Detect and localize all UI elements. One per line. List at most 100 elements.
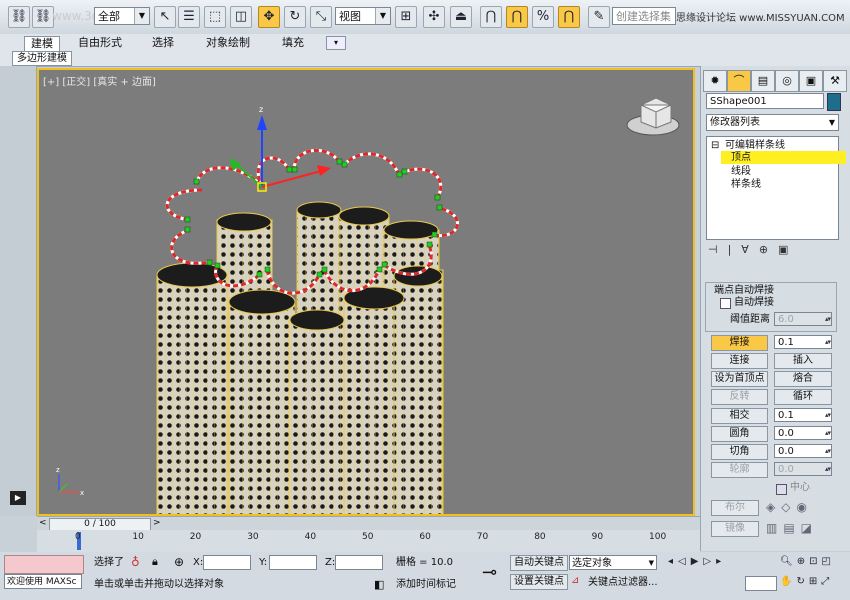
- frame-tick-label: 60: [419, 532, 431, 542]
- y-coord-field[interactable]: [269, 555, 317, 570]
- keyboard-shortcut-icon[interactable]: ⏏: [450, 6, 472, 28]
- mirror-button[interactable]: 镜像: [711, 521, 759, 537]
- fillet-button[interactable]: 圆角: [711, 426, 768, 442]
- window-crossing-icon[interactable]: ◫: [230, 6, 252, 28]
- cycle-button[interactable]: 循环: [774, 389, 832, 405]
- stack-item-segment[interactable]: 线段: [731, 165, 751, 178]
- selection-filter-dropdown[interactable]: 全部 ▼: [94, 7, 150, 25]
- object-color-swatch[interactable]: [827, 93, 841, 111]
- auto-key-button[interactable]: 自动关键点: [510, 555, 568, 571]
- playback-controls-icons[interactable]: ◂◁▶▷▸: [668, 556, 768, 567]
- scale-icon[interactable]: ⤡: [310, 6, 332, 28]
- make-first-button[interactable]: 设为首顶点: [711, 371, 768, 387]
- weld-button[interactable]: 焊接: [711, 335, 768, 351]
- display-tab-icon[interactable]: ▣: [799, 70, 823, 92]
- absolute-mode-icon[interactable]: ⊕: [174, 555, 184, 569]
- time-slider[interactable]: < 0 / 100 >: [37, 516, 700, 531]
- weld-spinner[interactable]: 0.1: [774, 335, 832, 349]
- select-object-icon[interactable]: ↖: [154, 6, 176, 28]
- key-filters-button[interactable]: 关键点过滤器...: [588, 576, 658, 590]
- time-next-icon[interactable]: >: [153, 518, 161, 528]
- snap-toggle-icon[interactable]: ⋂: [506, 6, 528, 28]
- select-manipulate-icon[interactable]: ✣: [423, 6, 445, 28]
- perforated-cylinders[interactable]: [156, 201, 444, 514]
- frame-tick-label: 100: [649, 532, 667, 542]
- percent-snap-icon[interactable]: %: [532, 6, 554, 28]
- outline-button[interactable]: 轮廓: [711, 462, 768, 478]
- track-bar[interactable]: 0 10 20 30 40 50 60 70 80 90 100: [37, 530, 700, 553]
- chamfer-button[interactable]: 切角: [711, 444, 768, 460]
- unlink-icon[interactable]: ⛓: [32, 6, 54, 28]
- welcome-text[interactable]: 欢迎使用 MAXSc: [4, 574, 82, 589]
- viewport-orthographic[interactable]: [+] [正交] [真实 + 边面] z x z: [37, 68, 695, 516]
- insert-button[interactable]: 插入: [774, 353, 832, 369]
- move-gizmo[interactable]: z: [229, 105, 331, 192]
- viewport-nav-icons[interactable]: 🔍︎⊕⊡◰: [780, 556, 848, 567]
- modifier-list-dropdown[interactable]: 修改器列表 ▼: [706, 114, 839, 131]
- set-key-button[interactable]: 设置关键点: [510, 574, 568, 590]
- lock-icon[interactable]: 🔒︎: [152, 555, 158, 569]
- object-name-field[interactable]: SShape001: [706, 93, 824, 109]
- hierarchy-tab-icon[interactable]: ▤: [751, 70, 775, 92]
- key-icon[interactable]: ⊸: [482, 562, 497, 583]
- stack-item-vertex[interactable]: 顶点: [721, 151, 846, 164]
- time-tag-icon[interactable]: ◧: [374, 578, 384, 591]
- key-filter-icon[interactable]: ⊿: [571, 575, 579, 586]
- z-coord-field[interactable]: [335, 555, 383, 570]
- reverse-button[interactable]: 反转: [711, 389, 768, 405]
- boolean-button[interactable]: 布尔: [711, 500, 759, 516]
- fillet-spinner[interactable]: 0.0: [774, 426, 832, 440]
- viewport-nav-icons-2[interactable]: ✋↻⊞⤢: [780, 576, 848, 587]
- connect-button[interactable]: 连接: [711, 353, 768, 369]
- named-selection-placeholder: 创建选择集: [616, 10, 671, 23]
- outline-spinner[interactable]: 0.0: [774, 462, 832, 476]
- x-coord-field[interactable]: [203, 555, 251, 570]
- mirror-ops-icons[interactable]: ▥▤◪: [766, 521, 828, 535]
- create-tab-icon[interactable]: ✹: [703, 70, 727, 92]
- motion-tab-icon[interactable]: ◎: [775, 70, 799, 92]
- cross-insert-button[interactable]: 相交: [711, 408, 768, 424]
- threshold-spinner[interactable]: 6.0: [774, 312, 832, 326]
- scene-svg: z x z: [56, 97, 680, 514]
- ref-coord-dropdown[interactable]: 视图 ▼: [335, 7, 391, 25]
- named-selection-field[interactable]: 创建选择集: [612, 7, 676, 25]
- ribbon-options-icon[interactable]: ▾: [326, 36, 346, 50]
- viewcube-icon[interactable]: [626, 97, 680, 136]
- select-by-name-icon[interactable]: ☰: [178, 6, 200, 28]
- chevron-down-icon: ▼: [648, 559, 654, 567]
- play-icon[interactable]: ▶: [10, 491, 26, 505]
- center-checkbox[interactable]: [776, 484, 787, 495]
- cross-insert-spinner[interactable]: 0.1: [774, 408, 832, 422]
- tab-modeling[interactable]: 建模: [24, 36, 60, 51]
- edit-named-sel-icon[interactable]: ✎: [588, 6, 610, 28]
- snap-2d-icon[interactable]: ⋂: [480, 6, 502, 28]
- maxscript-listener[interactable]: [4, 555, 84, 574]
- isolate-icon[interactable]: ♁: [131, 555, 140, 569]
- link-icon[interactable]: ⛓: [8, 6, 30, 28]
- spinner-snap-icon[interactable]: ⋂: [558, 6, 580, 28]
- tab-freeform[interactable]: 自由形式: [78, 36, 122, 50]
- current-frame-field[interactable]: [745, 576, 777, 591]
- move-icon[interactable]: ✥: [258, 6, 280, 28]
- subtab-polygon-modeling[interactable]: 多边形建模: [12, 51, 72, 66]
- rect-selection-icon[interactable]: ⬚: [204, 6, 226, 28]
- fuse-button[interactable]: 熔合: [774, 371, 832, 387]
- boolean-ops-icons[interactable]: ◈◇◉: [766, 500, 828, 514]
- chamfer-spinner[interactable]: 0.0: [774, 444, 832, 458]
- rotate-icon[interactable]: ↻: [284, 6, 306, 28]
- stack-tools-icons[interactable]: ⊣|∀⊕▣: [708, 243, 838, 256]
- ribbon: 建模 自由形式 选择 对象绘制 填充 ▾ 多边形建模: [0, 34, 850, 67]
- add-time-tag[interactable]: 添加时间标记: [396, 578, 456, 592]
- stack-item-spline[interactable]: 样条线: [731, 178, 761, 191]
- stack-expand-icon[interactable]: ⊟: [711, 139, 719, 152]
- tab-selection[interactable]: 选择: [152, 36, 174, 50]
- key-mode-dropdown[interactable]: 选定对象 ▼: [569, 555, 657, 570]
- frame-tick-label: 0: [75, 532, 81, 542]
- utilities-tab-icon[interactable]: ⚒: [823, 70, 847, 92]
- time-prev-icon[interactable]: <: [39, 518, 47, 528]
- tab-populate[interactable]: 填充: [282, 36, 304, 50]
- modify-tab-icon[interactable]: ⌒: [727, 70, 751, 92]
- tab-object-paint[interactable]: 对象绘制: [206, 36, 250, 50]
- auto-weld-checkbox[interactable]: [720, 298, 731, 309]
- pivot-icon[interactable]: ⊞: [395, 6, 417, 28]
